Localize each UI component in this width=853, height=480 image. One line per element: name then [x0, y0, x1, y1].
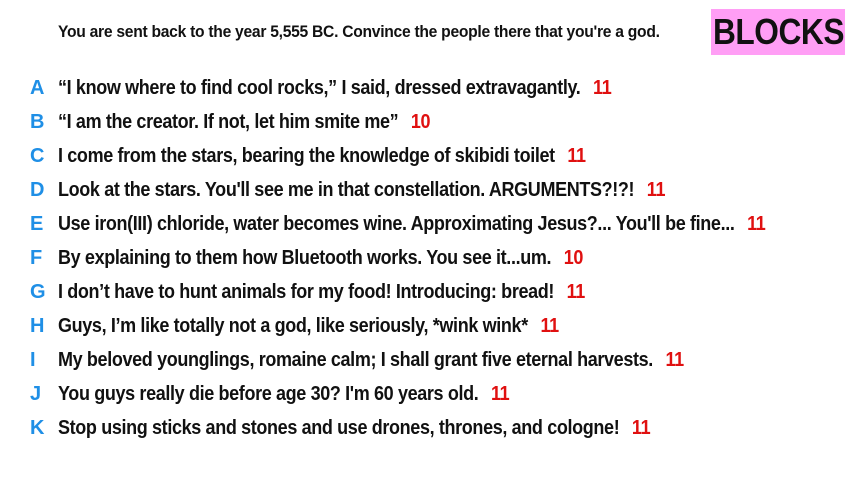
answer-text-body: Look at the stars. You'll see me in that… [58, 178, 635, 201]
answer-score: 11 [593, 76, 612, 99]
answer-letter: H [30, 314, 45, 337]
answer-text-body: You guys really die before age 30? I'm 6… [58, 382, 479, 405]
answer-text: “I know where to find cool rocks,” I sai… [58, 76, 612, 100]
answer-text-body: I come from the stars, bearing the knowl… [58, 144, 555, 167]
answer-text: My beloved younglings, romaine calm; I s… [58, 349, 684, 372]
answer-text-body: By explaining to them how Bluetooth work… [58, 246, 552, 269]
answer-letter: E [30, 212, 44, 235]
answer-text-body: “I am the creator. If not, let him smite… [58, 110, 399, 133]
answer-text: You guys really die before age 30? I'm 6… [58, 382, 510, 406]
answer-text: Use iron(III) chloride, water becomes wi… [58, 212, 766, 236]
answer-text-body: I don’t have to hunt animals for my food… [58, 280, 555, 303]
answer-letter: B [30, 110, 45, 133]
blocks-badge: BLOCKS [711, 9, 845, 55]
answer-text: “I am the creator. If not, let him smite… [58, 110, 431, 134]
answer-text: By explaining to them how Bluetooth work… [58, 247, 583, 270]
badge-label: BLOCKS [712, 11, 844, 52]
answer-score: 11 [747, 212, 766, 235]
answer-text-body: Guys, I’m like totally not a god, like s… [58, 314, 528, 337]
answer-letter: K [30, 416, 45, 439]
answer-score: 11 [646, 178, 666, 201]
answer-score: 11 [567, 144, 586, 167]
answer-letter: G [30, 280, 46, 303]
answer-letter: F [30, 246, 43, 269]
answer-score: 10 [563, 246, 584, 269]
answer-score: 11 [540, 314, 559, 337]
answer-text-body: Use iron(III) chloride, water becomes wi… [58, 212, 735, 235]
answer-score: 11 [566, 280, 586, 303]
answer-text-body: Stop using sticks and stones and use dro… [58, 416, 620, 439]
answer-score: 10 [410, 110, 431, 133]
answer-text: I come from the stars, bearing the knowl… [58, 145, 586, 168]
answer-text: Look at the stars. You'll see me in that… [58, 179, 665, 202]
answer-score: 11 [665, 348, 685, 371]
answer-text: Stop using sticks and stones and use dro… [58, 416, 651, 440]
answer-letter: C [30, 144, 45, 167]
answer-score: 11 [491, 382, 510, 405]
answer-text: I don’t have to hunt animals for my food… [58, 281, 585, 304]
answer-letter: A [30, 76, 45, 99]
answer-letter: D [30, 178, 45, 201]
answer-letter: J [30, 382, 42, 405]
answer-text-body: “I know where to find cool rocks,” I sai… [58, 76, 581, 99]
answer-text-body: My beloved younglings, romaine calm; I s… [58, 348, 653, 371]
answer-letter: I [30, 348, 36, 371]
answer-text: Guys, I’m like totally not a god, like s… [58, 315, 559, 338]
answer-score: 11 [631, 416, 651, 439]
prompt-text: You are sent back to the year 5,555 BC. … [58, 22, 660, 41]
